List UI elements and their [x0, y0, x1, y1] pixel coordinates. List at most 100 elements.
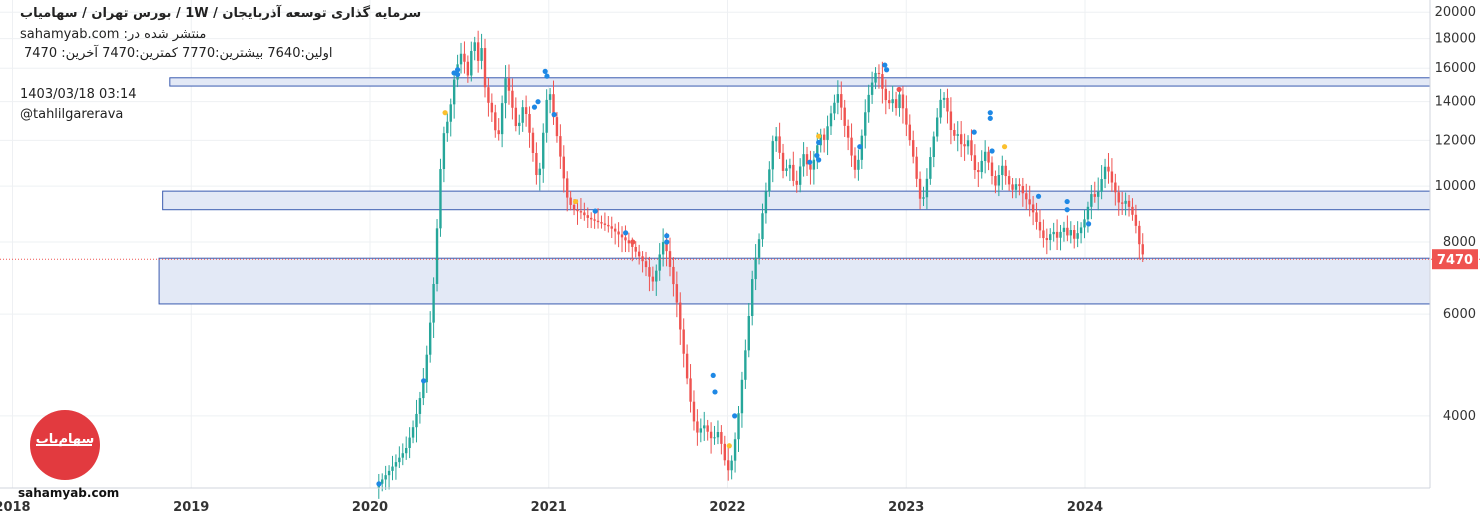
candle-body [531, 132, 535, 153]
candle-body [774, 136, 778, 142]
candle-body [576, 209, 579, 212]
signal-dot [896, 86, 902, 93]
candle-body [1045, 238, 1049, 241]
candle-body [442, 133, 446, 170]
candle-body [1028, 199, 1031, 205]
candle-body [792, 164, 795, 181]
candle-body [432, 283, 435, 323]
candle-body [901, 94, 905, 109]
candle-body [476, 42, 480, 61]
signal-dot [531, 104, 538, 110]
candle-body [1025, 193, 1028, 200]
x-tick-label: 2023 [888, 500, 924, 515]
candle-body [709, 431, 713, 439]
candle-body [740, 379, 744, 414]
y-tick-label: 4000 [1443, 409, 1476, 424]
author-handle: @tahlilgarerava [20, 107, 124, 122]
candle-body [511, 90, 514, 108]
candle-body [545, 99, 548, 133]
candle-body [562, 156, 565, 179]
candle-body [764, 191, 768, 214]
signal-dot [376, 481, 382, 487]
candle-body [1042, 230, 1045, 239]
candle-body [857, 159, 860, 170]
x-tick-label: 2020 [352, 500, 388, 515]
candle-body [1110, 171, 1114, 183]
candle-body [1127, 200, 1131, 207]
candle-body [912, 140, 915, 157]
price-chart[interactable]: 4000 6000 8000 10000 12000 14000 16000 18000 200… [0, 0, 1480, 515]
candle-body [953, 130, 956, 136]
candle-body [1066, 227, 1069, 236]
signal-dot [882, 62, 888, 68]
candle-body [898, 94, 901, 109]
candle-body [559, 136, 562, 157]
candle-body [884, 88, 888, 101]
signal-dot [710, 372, 716, 379]
candle-body [833, 102, 836, 114]
candle-body [579, 211, 583, 213]
candle-body [713, 437, 716, 439]
candle-body [610, 226, 613, 229]
candle-body [1117, 192, 1120, 203]
candle-body [391, 466, 394, 471]
y-tick-label: 10000 [1435, 179, 1476, 194]
candle-body [733, 439, 737, 461]
candle-body [932, 136, 935, 158]
candle-body [723, 443, 726, 461]
candle-body [980, 160, 983, 173]
candle-body [959, 134, 963, 145]
candle-body [672, 266, 675, 285]
candle-body [651, 276, 655, 282]
candle-body [977, 170, 980, 173]
candle-body [935, 117, 939, 137]
candle-body [870, 82, 874, 95]
candle-body [1090, 194, 1093, 207]
signal-dot [726, 443, 732, 449]
candle-body [730, 460, 733, 471]
candle-body [658, 254, 661, 271]
candle-body [929, 157, 932, 179]
y-axis[interactable]: 4000 6000 8000 10000 12000 14000 16000 18000 200… [1435, 5, 1476, 424]
candle-body [703, 425, 706, 429]
y-tick-label: 6000 [1443, 307, 1476, 322]
candle-body [1124, 200, 1127, 204]
candle-body [566, 178, 569, 198]
candle-body [785, 168, 788, 171]
candle-body [1114, 182, 1117, 193]
candle-body [850, 137, 853, 156]
candle-body [518, 122, 521, 127]
published-on: sahamyab.com :منتشر شده در [20, 27, 207, 42]
candle-body [692, 401, 696, 422]
candle-body [1059, 231, 1062, 238]
candle-body [446, 121, 449, 134]
candle-body [586, 215, 589, 218]
candle-body [494, 112, 497, 131]
signal-dot [535, 99, 541, 105]
signal-dot [989, 148, 995, 154]
candle-body [514, 107, 518, 127]
candle-body [497, 130, 500, 135]
candle-body [1011, 184, 1014, 190]
signal-dot [816, 133, 822, 139]
candle-body [624, 237, 627, 241]
zone-box [162, 190, 1431, 211]
candle-body [521, 107, 524, 123]
x-axis[interactable]: 2018 2019 2020 2021 2022 2023 2024 [0, 487, 1430, 515]
signal-dot [592, 208, 598, 214]
candle-body [997, 175, 1001, 186]
candle-body [583, 212, 586, 216]
signal-dot [732, 413, 738, 419]
candle-body [1103, 166, 1107, 180]
candle-body [466, 61, 470, 76]
candle-body [603, 223, 607, 225]
zone-box [158, 257, 1431, 305]
candle-body [1038, 221, 1042, 231]
signal-dot [971, 129, 977, 135]
candle-body [853, 155, 857, 170]
ohlc-last-value: 7470 [24, 46, 58, 61]
candle-body [956, 134, 959, 136]
candle-body [387, 470, 391, 476]
signal-dot [572, 198, 579, 205]
candle-body [411, 427, 415, 438]
